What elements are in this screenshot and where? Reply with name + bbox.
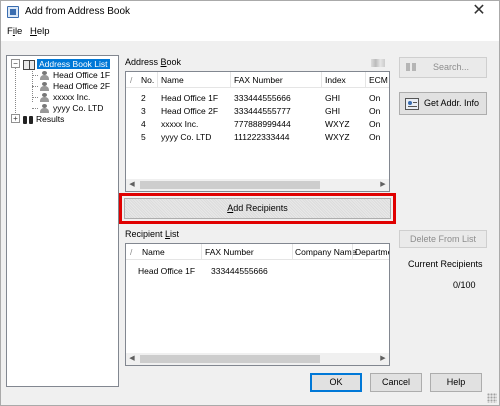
current-recipients-count: 0/100 <box>453 280 476 290</box>
window-title: Add from Address Book <box>25 6 131 17</box>
column-divider <box>352 244 353 260</box>
scroll-left-icon[interactable]: ◀ <box>126 179 138 191</box>
title-bar: Add from Address Book ✕ <box>1 1 499 23</box>
table-row[interactable]: 2 Head Office 1F 333444555666 GHI On <box>126 92 389 105</box>
tree-connector <box>32 97 38 98</box>
get-addr-info-label: Get Addr. Info <box>424 98 480 108</box>
cell-fax: 777888999444 <box>234 119 291 129</box>
column-header-index[interactable]: Index <box>325 75 346 85</box>
address-book-app-icon <box>7 6 19 18</box>
add-recipients-button[interactable]: Add Recipients <box>124 198 391 219</box>
tree-connector <box>32 75 38 76</box>
get-addr-info-button[interactable]: Get Addr. Info <box>399 92 487 115</box>
recipient-list[interactable]: / Name FAX Number Company Name Departmen… <box>125 243 390 366</box>
column-divider <box>201 244 202 260</box>
table-row[interactable]: Head Office 1F 333444555666 <box>126 265 389 278</box>
tree-expand-toggle[interactable]: + <box>11 114 20 123</box>
add-from-address-book-window: Add from Address Book ✕ File Help − Addr… <box>0 0 500 406</box>
tree-connector <box>32 108 38 109</box>
address-book-icon <box>23 59 35 70</box>
column-header-fax[interactable]: FAX Number <box>234 75 283 85</box>
column-divider <box>365 72 366 88</box>
menu-file[interactable]: File <box>7 26 22 37</box>
column-divider <box>292 244 293 260</box>
scroll-right-icon[interactable]: ▶ <box>377 353 389 365</box>
column-header-name[interactable]: Name <box>161 75 184 85</box>
list-header: / Name FAX Number Company Name Departmen <box>126 244 389 260</box>
cell-name: yyyy Co. LTD <box>161 132 212 142</box>
cell-no: 3 <box>141 106 146 116</box>
column-header-company[interactable]: Company Name <box>295 247 356 257</box>
cell-name: Head Office 1F <box>161 93 219 103</box>
cell-fax: 111222333444 <box>234 132 290 142</box>
search-button-label: Search... <box>433 62 470 72</box>
delete-from-list-button[interactable]: Delete From List <box>399 230 487 248</box>
column-divider <box>321 72 322 88</box>
table-row[interactable]: 5 yyyy Co. LTD 111222333444 WXYZ On <box>126 131 389 144</box>
cell-fax: 333444555666 <box>211 266 268 276</box>
recipient-list-label: Recipient List <box>125 229 180 239</box>
blurred-indicator <box>371 59 385 67</box>
column-divider <box>230 72 231 88</box>
menu-bar: File Help <box>1 23 499 41</box>
address-book-list[interactable]: / No. Name FAX Number Index ECM 2 Head O… <box>125 71 390 192</box>
cell-fax: 333444555666 <box>234 93 291 103</box>
tree-collapse-toggle[interactable]: − <box>11 59 20 68</box>
scroll-left-icon[interactable]: ◀ <box>126 353 138 365</box>
column-header-fax[interactable]: FAX Number <box>205 247 254 257</box>
scroll-thumb[interactable] <box>140 181 320 189</box>
address-book-tree[interactable]: − Address Book List Head Office 1F Head … <box>6 55 119 387</box>
cell-ecm: On <box>369 93 381 103</box>
cell-no: 5 <box>141 132 146 142</box>
cell-index: GHI <box>325 93 341 103</box>
cancel-button[interactable]: Cancel <box>370 373 422 392</box>
cell-no: 2 <box>141 93 146 103</box>
horizontal-scrollbar[interactable]: ◀ ▶ <box>126 353 389 365</box>
column-header-department[interactable]: Departmen <box>355 247 389 257</box>
column-header-no[interactable]: No. <box>141 75 154 85</box>
column-divider <box>157 72 158 88</box>
tree-item-results[interactable]: Results <box>23 113 64 125</box>
cell-index: WXYZ <box>325 132 350 142</box>
cell-ecm: On <box>369 119 381 129</box>
binoculars-icon <box>23 115 34 125</box>
search-button[interactable]: Search... <box>399 57 487 78</box>
scroll-right-icon[interactable]: ▶ <box>377 179 389 191</box>
help-button[interactable]: Help <box>430 373 482 392</box>
tree-item-label: Address Book List <box>37 59 110 69</box>
cell-ecm: On <box>369 106 381 116</box>
cell-name: Head Office 1F <box>138 266 196 276</box>
column-header-ecm[interactable]: ECM <box>369 75 388 85</box>
table-row[interactable]: 3 Head Office 2F 333444555777 GHI On <box>126 105 389 118</box>
cell-ecm: On <box>369 132 381 142</box>
close-button[interactable]: ✕ <box>465 3 493 21</box>
resize-grip-icon[interactable] <box>487 393 497 403</box>
sort-slash-icon: / <box>130 247 133 257</box>
sort-slash-icon: / <box>130 75 133 85</box>
cell-fax: 333444555777 <box>234 106 291 116</box>
horizontal-scrollbar[interactable]: ◀ ▶ <box>126 179 389 191</box>
scroll-thumb[interactable] <box>140 355 320 363</box>
cell-index: GHI <box>325 106 341 116</box>
menu-help[interactable]: Help <box>30 26 50 37</box>
cell-index: WXYZ <box>325 119 350 129</box>
ok-button[interactable]: OK <box>310 373 362 392</box>
search-binoculars-icon <box>406 62 418 72</box>
current-recipients-label: Current Recipients <box>408 259 483 269</box>
tree-connector <box>32 86 38 87</box>
address-book-label: Address Book <box>125 57 182 67</box>
column-header-name[interactable]: Name <box>142 247 165 257</box>
address-info-icon <box>405 98 419 110</box>
cell-no: 4 <box>141 119 146 129</box>
cell-name: xxxxx Inc. <box>161 119 199 129</box>
table-row[interactable]: 4 xxxxx Inc. 777888999444 WXYZ On <box>126 118 389 131</box>
list-header: / No. Name FAX Number Index ECM <box>126 72 389 88</box>
cell-name: Head Office 2F <box>161 106 219 116</box>
